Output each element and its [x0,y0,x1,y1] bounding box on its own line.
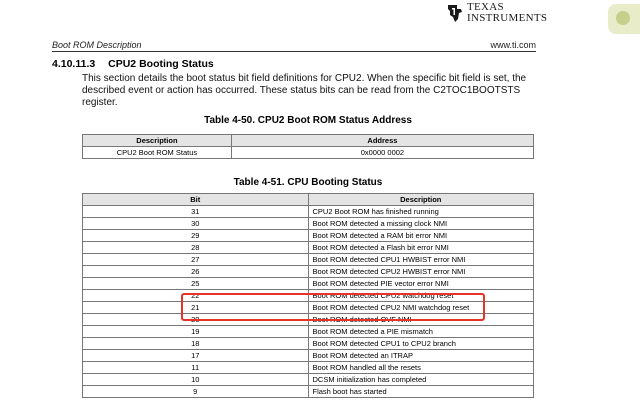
column-header-description: Description [307,193,534,206]
cell-description: CPU2 Boot ROM Status [82,146,232,159]
cell-bit: 17 [82,349,309,362]
cell-description: Boot ROM detected CPU1 HWBIST error NMI [307,253,534,266]
cell-description: Flash boot has started [307,385,534,398]
section-paragraph: This section details the boot status bit… [82,73,527,108]
cell-bit: 29 [82,229,309,242]
cell-address: 0x0000 0002 [230,146,535,159]
table-row: 17 Boot ROM detected an ITRAP [82,349,534,362]
logo-line2: INSTRUMENTS [467,12,548,24]
cell-description: CPU2 Boot ROM has finished running [307,205,534,218]
table-row: 28 Boot ROM detected a Flash bit error NM… [82,241,534,254]
section-number: 4.10.11.3 [52,58,96,70]
cell-bit: 11 [82,361,309,374]
table-row: 11 Boot ROM handled all the resets [82,361,534,374]
column-header-bit: Bit [82,193,309,206]
column-header-address: Address [230,134,535,147]
table-row: 26 Boot ROM detected CPU2 HWBIST error NM… [82,265,534,278]
cell-description: Boot ROM detected CPU1 to CPU2 branch [307,337,534,350]
red-highlight-box [181,293,485,321]
table-row: 31 CPU2 Boot ROM has finished running [82,205,534,218]
cell-bit: 10 [82,373,309,386]
table-row: 10 DCSM initialization has completed [82,373,534,386]
cell-description: Boot ROM detected CPU2 HWBIST error NMI [307,265,534,278]
cell-bit: 9 [82,385,309,398]
table-caption-status: Table 4-51. CPU Booting Status [233,177,383,188]
cell-description: Boot ROM detected an ITRAP [307,349,534,362]
section-heading: 4.10.11.3 CPU2 Booting Status [52,58,214,70]
cell-description: Boot ROM detected a missing clock NMI [307,217,534,230]
table-row: CPU2 Boot ROM Status 0x0000 0002 [82,146,535,159]
header-rule [52,51,536,52]
cell-bit: 27 [82,253,309,266]
table-header-row: Bit Description [82,193,534,206]
table-row: 30 Boot ROM detected a missing clock NMI [82,217,534,230]
table-row: 19 Boot ROM detected a PIE mismatch [82,325,534,338]
floating-widget[interactable] [608,4,640,34]
cell-bit: 25 [82,277,309,290]
website-link[interactable]: www.ti.com [490,40,536,50]
section-title: CPU2 Booting Status [108,58,214,70]
table-caption-address: Table 4-50. CPU2 Boot ROM Status Address [204,115,412,126]
table-row: 9 Flash boot has started [82,385,534,398]
column-header-description: Description [82,134,232,147]
cell-bit: 30 [82,217,309,230]
cell-description: Boot ROM detected a PIE mismatch [307,325,534,338]
table-row: 27 Boot ROM detected CPU1 HWBIST error NM… [82,253,534,266]
table-header-row: Description Address [82,134,535,147]
cell-description: Boot ROM detected a Flash bit error NMI [307,241,534,254]
running-title: Boot ROM Description [52,40,142,50]
cell-bit: 28 [82,241,309,254]
table-row: 29 Boot ROM detected a RAM bit error NMI [82,229,534,242]
cell-description: DCSM initialization has completed [307,373,534,386]
ti-logo-wordmark: TEXAS INSTRUMENTS [467,2,547,24]
address-table: Description Address CPU2 Boot ROM Status… [82,134,535,159]
cell-bit: 31 [82,205,309,218]
cell-bit: 19 [82,325,309,338]
cell-bit: 18 [82,337,309,350]
ti-logo-icon [448,5,462,22]
cell-description: Boot ROM handled all the resets [307,361,534,374]
table-row: 18 Boot ROM detected CPU1 to CPU2 branch [82,337,534,350]
cell-bit: 26 [82,265,309,278]
cell-description: Boot ROM detected PIE vector error NMI [307,277,534,290]
cell-description: Boot ROM detected a RAM bit error NMI [307,229,534,242]
ti-logo: TEXAS INSTRUMENTS [445,2,547,24]
table-row: 25 Boot ROM detected PIE vector error NMI [82,277,534,290]
